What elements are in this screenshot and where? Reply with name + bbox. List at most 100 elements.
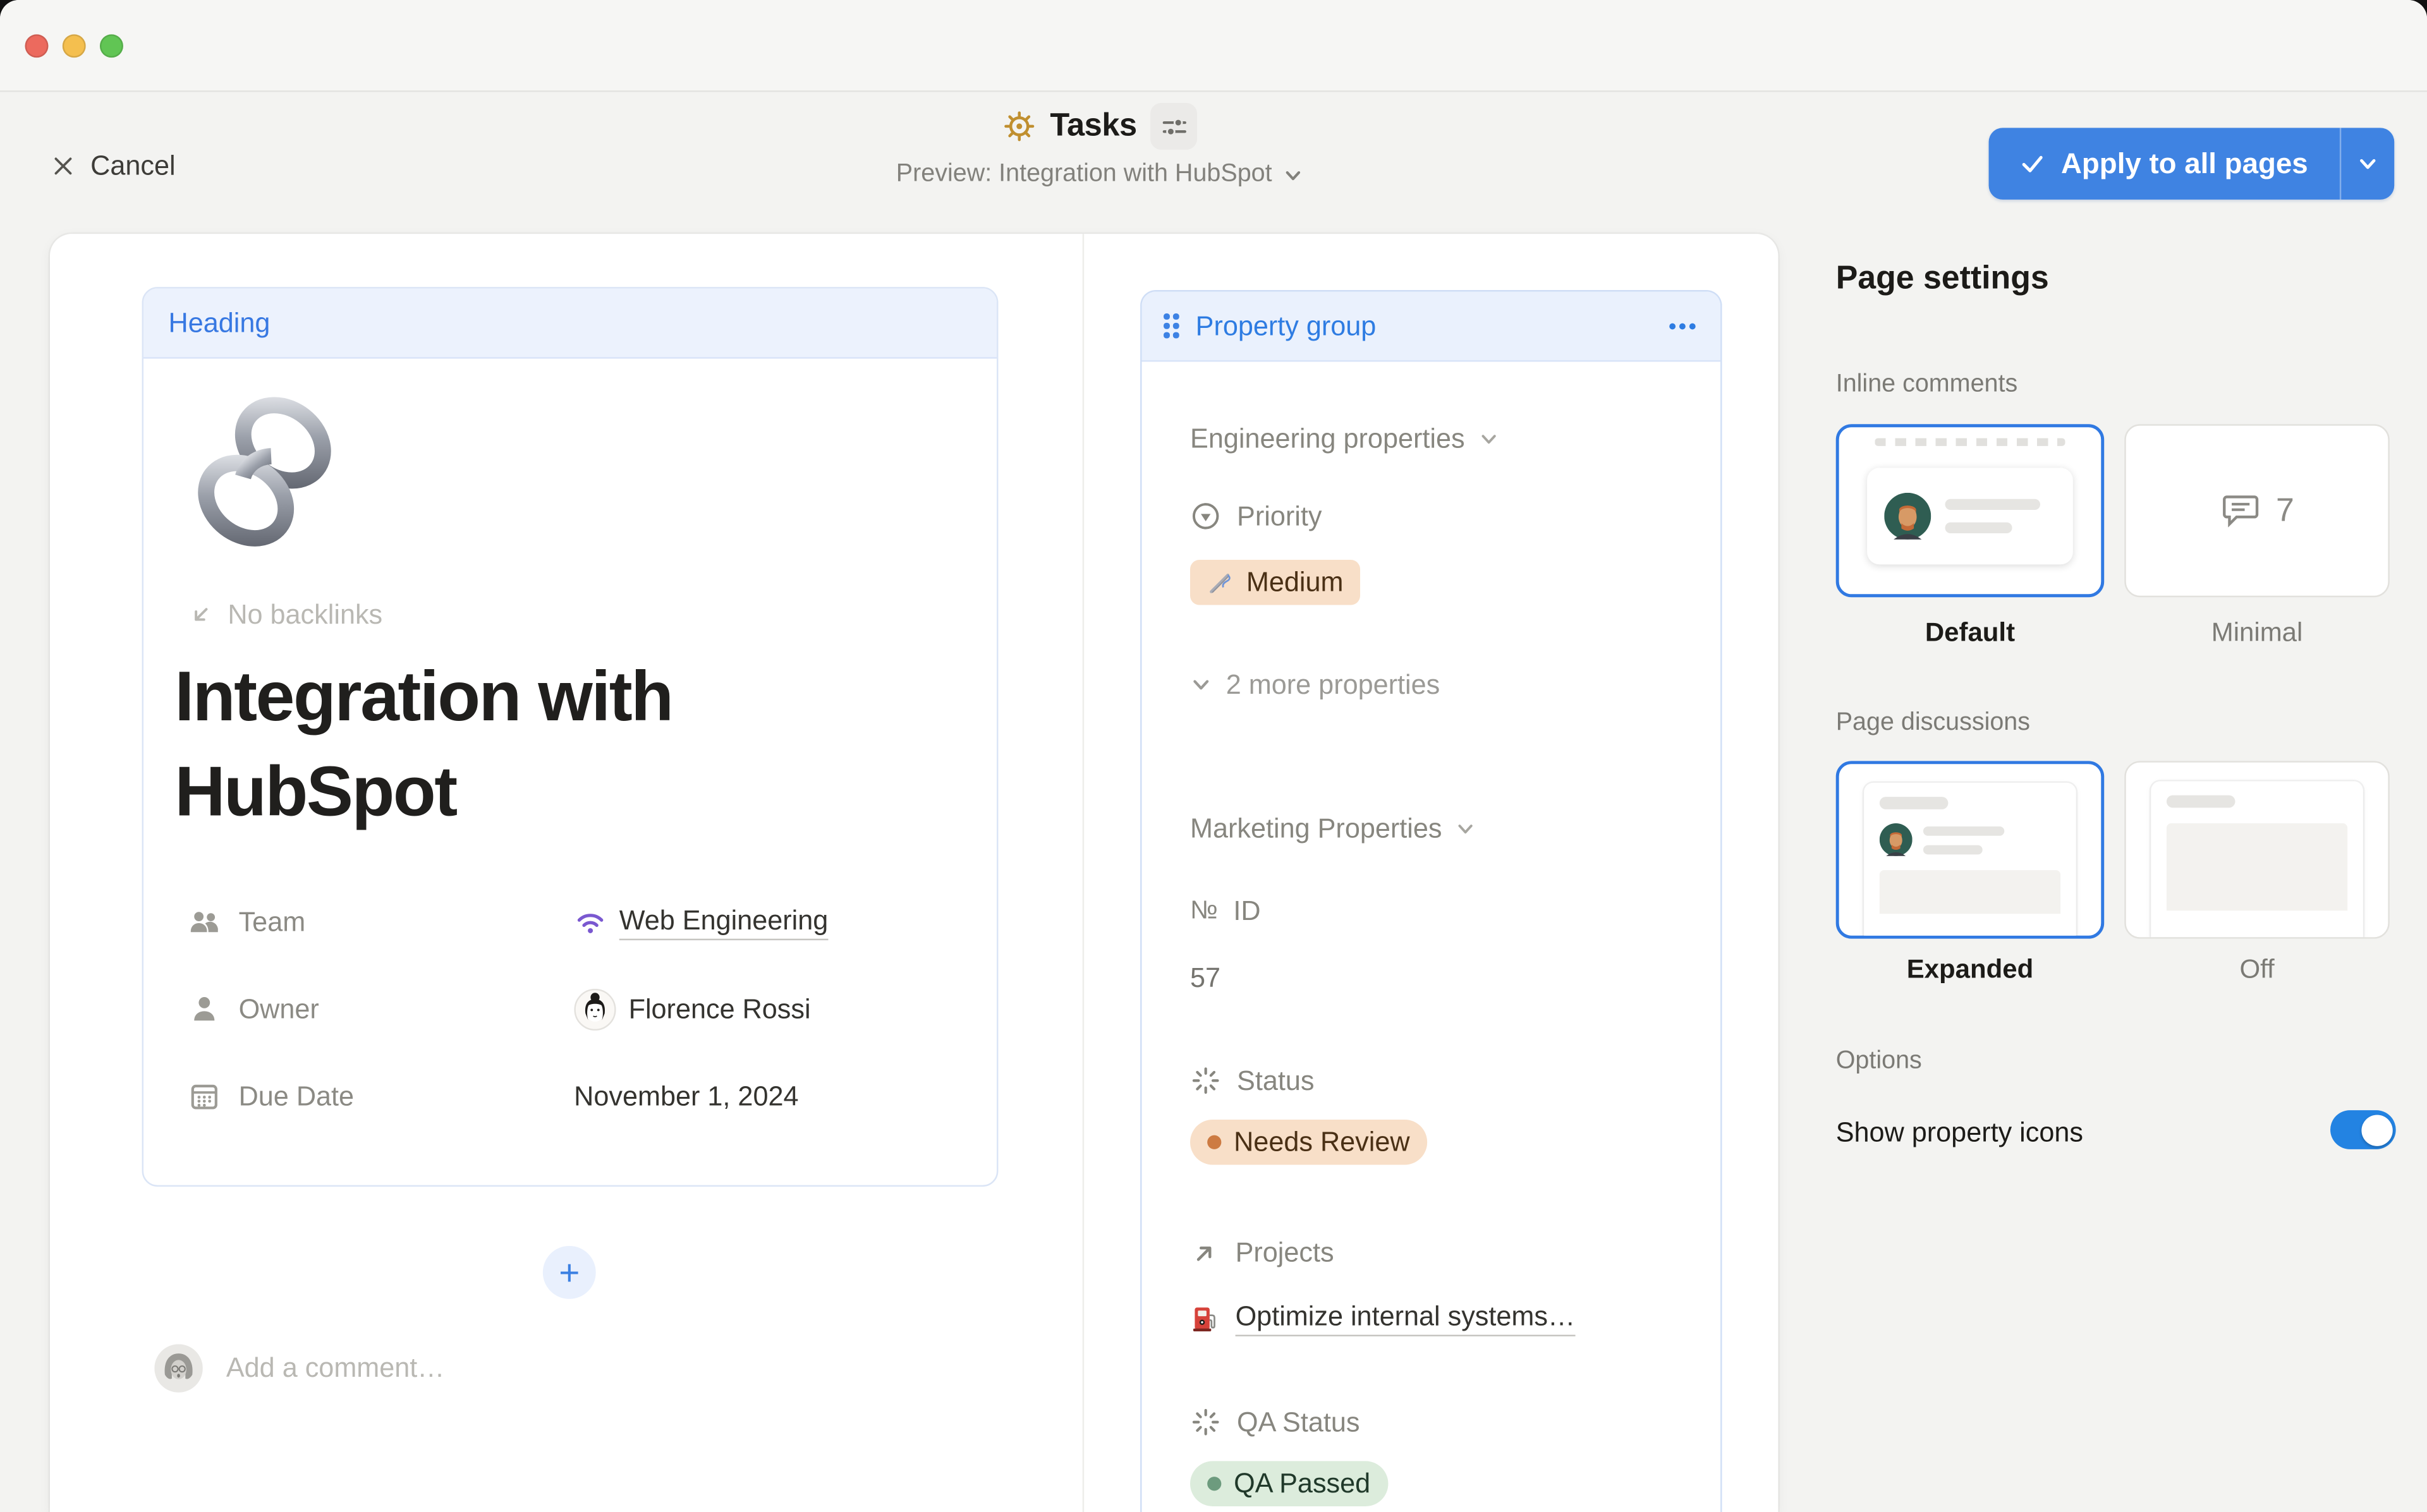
due-date-value: November 1, 2024 xyxy=(574,1080,798,1113)
id-value[interactable]: 57 xyxy=(1190,956,1220,1000)
page-discussions-option-expanded[interactable] xyxy=(1836,761,2104,938)
qa-status-value-chip[interactable]: QA Passed xyxy=(1190,1461,1387,1506)
apply-label: Apply to all pages xyxy=(2061,147,2308,181)
mock-content-block xyxy=(2167,823,2347,910)
window-zoom-button[interactable] xyxy=(100,33,123,57)
check-icon xyxy=(2021,151,2045,176)
chevron-down-icon xyxy=(1283,164,1303,184)
drag-handle-icon[interactable] xyxy=(1164,314,1178,338)
property-label: Due Date xyxy=(239,1080,354,1113)
avatar-florence xyxy=(574,988,616,1030)
window-titlebar xyxy=(0,0,2427,92)
people-icon xyxy=(187,904,221,938)
property-label: Owner xyxy=(239,993,319,1025)
section-title: Engineering properties xyxy=(1190,422,1465,455)
projects-label: Projects xyxy=(1236,1236,1334,1269)
status-value: Needs Review xyxy=(1234,1126,1409,1159)
mock-text-line xyxy=(1875,438,2065,445)
chevron-down-icon xyxy=(2357,153,2379,175)
mock-line xyxy=(1945,523,2012,533)
more-properties-toggle[interactable]: 2 more properties xyxy=(1190,663,1440,706)
projects-value-link[interactable]: Optimize internal systems… xyxy=(1236,1300,1576,1336)
cancel-button[interactable]: Cancel xyxy=(51,143,175,187)
comment-composer[interactable]: Add a comment… xyxy=(154,1344,444,1393)
owner-value: Florence Rossi xyxy=(629,993,811,1025)
mock-line xyxy=(1923,826,2004,835)
window-minimize-button[interactable] xyxy=(63,33,86,57)
ellipsis-menu-button[interactable]: ••• xyxy=(1669,313,1698,338)
heading-block-label: Heading xyxy=(169,306,271,339)
priority-property[interactable]: Priority xyxy=(1190,494,1322,538)
apply-to-all-pages-button[interactable]: Apply to all pages xyxy=(1989,128,2395,200)
chevron-down-icon xyxy=(1456,818,1476,838)
preview-selector[interactable]: Preview: Integration with HubSpot xyxy=(896,160,1303,188)
mock-title-bar xyxy=(2167,795,2235,808)
property-row-due-date[interactable]: Due Date November 1, 2024 xyxy=(187,1073,951,1120)
status-dot-icon xyxy=(1207,1477,1221,1491)
property-row-owner[interactable]: Owner xyxy=(187,986,951,1032)
qa-status-property[interactable]: QA Status xyxy=(1190,1400,1359,1444)
person-icon xyxy=(187,992,221,1026)
view-options-button[interactable] xyxy=(1151,103,1198,150)
helm-icon xyxy=(1002,109,1036,143)
page-settings-title: Page settings xyxy=(1836,260,2049,298)
sliders-icon xyxy=(1158,110,1191,143)
comment-bubble-icon xyxy=(2220,490,2262,532)
projects-relation-link[interactable]: Optimize internal systems… xyxy=(1190,1294,1575,1341)
document-header: Tasks Preview: Integration with HubSpot xyxy=(896,103,1303,189)
projects-property[interactable]: Projects xyxy=(1190,1230,1334,1274)
mock-discussion-panel xyxy=(2151,781,2363,937)
option-label-expanded: Expanded xyxy=(1836,954,2104,985)
window-close-button[interactable] xyxy=(25,33,48,57)
mock-content-block xyxy=(1880,870,2060,914)
section-marketing-properties[interactable]: Marketing Properties xyxy=(1190,806,1476,850)
option-label-minimal: Minimal xyxy=(2124,617,2390,648)
close-icon xyxy=(51,154,75,177)
option-label-default: Default xyxy=(1836,617,2104,648)
preview-label: Preview: Integration with HubSpot xyxy=(896,160,1272,188)
comment-count-badge: 7 xyxy=(2276,492,2294,529)
apply-dropdown-button[interactable] xyxy=(2341,128,2394,200)
status-value-chip[interactable]: Needs Review xyxy=(1190,1120,1427,1165)
priority-value: Medium xyxy=(1246,566,1344,599)
show-property-icons-label: Show property icons xyxy=(1836,1116,2083,1149)
arrow-down-left-icon xyxy=(187,602,214,629)
team-value-link[interactable]: Web Engineering xyxy=(619,904,829,940)
chevron-down-icon xyxy=(1479,428,1499,448)
id-property[interactable]: № ID xyxy=(1190,889,1261,933)
show-property-icons-toggle[interactable] xyxy=(2330,1110,2396,1149)
qa-status-label: QA Status xyxy=(1237,1406,1359,1439)
property-row-team[interactable]: Team Web Engineering xyxy=(187,898,951,945)
backlinks-indicator[interactable]: No backlinks xyxy=(187,599,382,632)
status-dot-icon xyxy=(1207,1135,1221,1149)
priority-value-chip[interactable]: Medium xyxy=(1190,560,1361,605)
page-title[interactable]: Integration with HubSpot xyxy=(174,649,920,839)
comment-input[interactable]: Add a comment… xyxy=(226,1352,445,1385)
status-property[interactable]: Status xyxy=(1190,1059,1315,1103)
priority-label: Priority xyxy=(1237,500,1322,533)
backlinks-text: No backlinks xyxy=(228,599,382,632)
page-preview-canvas: Heading xyxy=(50,234,1778,1512)
fuel-pump-icon xyxy=(1190,1302,1221,1333)
property-group-label: Property group xyxy=(1196,310,1651,342)
heading-block-card[interactable]: Heading xyxy=(142,287,999,1187)
wifi-antenna-icon xyxy=(574,905,607,938)
plus-icon: + xyxy=(559,1251,580,1293)
mock-line xyxy=(1923,844,1983,854)
property-group-card[interactable]: Property group ••• Engineering propertie… xyxy=(1140,290,1722,1512)
more-properties-label: 2 more properties xyxy=(1226,668,1440,701)
cancel-label: Cancel xyxy=(90,149,175,182)
qa-status-value: QA Passed xyxy=(1234,1467,1370,1500)
page-discussions-option-off[interactable] xyxy=(2124,761,2390,938)
section-engineering-properties[interactable]: Engineering properties xyxy=(1190,416,1499,460)
mock-title-bar xyxy=(1880,797,1949,809)
inline-comments-option-minimal[interactable]: 7 xyxy=(2124,424,2390,597)
inline-comments-option-default[interactable] xyxy=(1836,424,2104,597)
calendar-icon xyxy=(187,1079,221,1113)
status-spinner-icon xyxy=(1190,1406,1221,1437)
mock-line xyxy=(1945,499,2040,510)
page-title-tasks: Tasks xyxy=(1050,107,1136,145)
needle-icon xyxy=(1207,569,1234,596)
page-discussions-heading: Page discussions xyxy=(1836,710,2030,737)
add-block-button[interactable]: + xyxy=(543,1246,596,1299)
